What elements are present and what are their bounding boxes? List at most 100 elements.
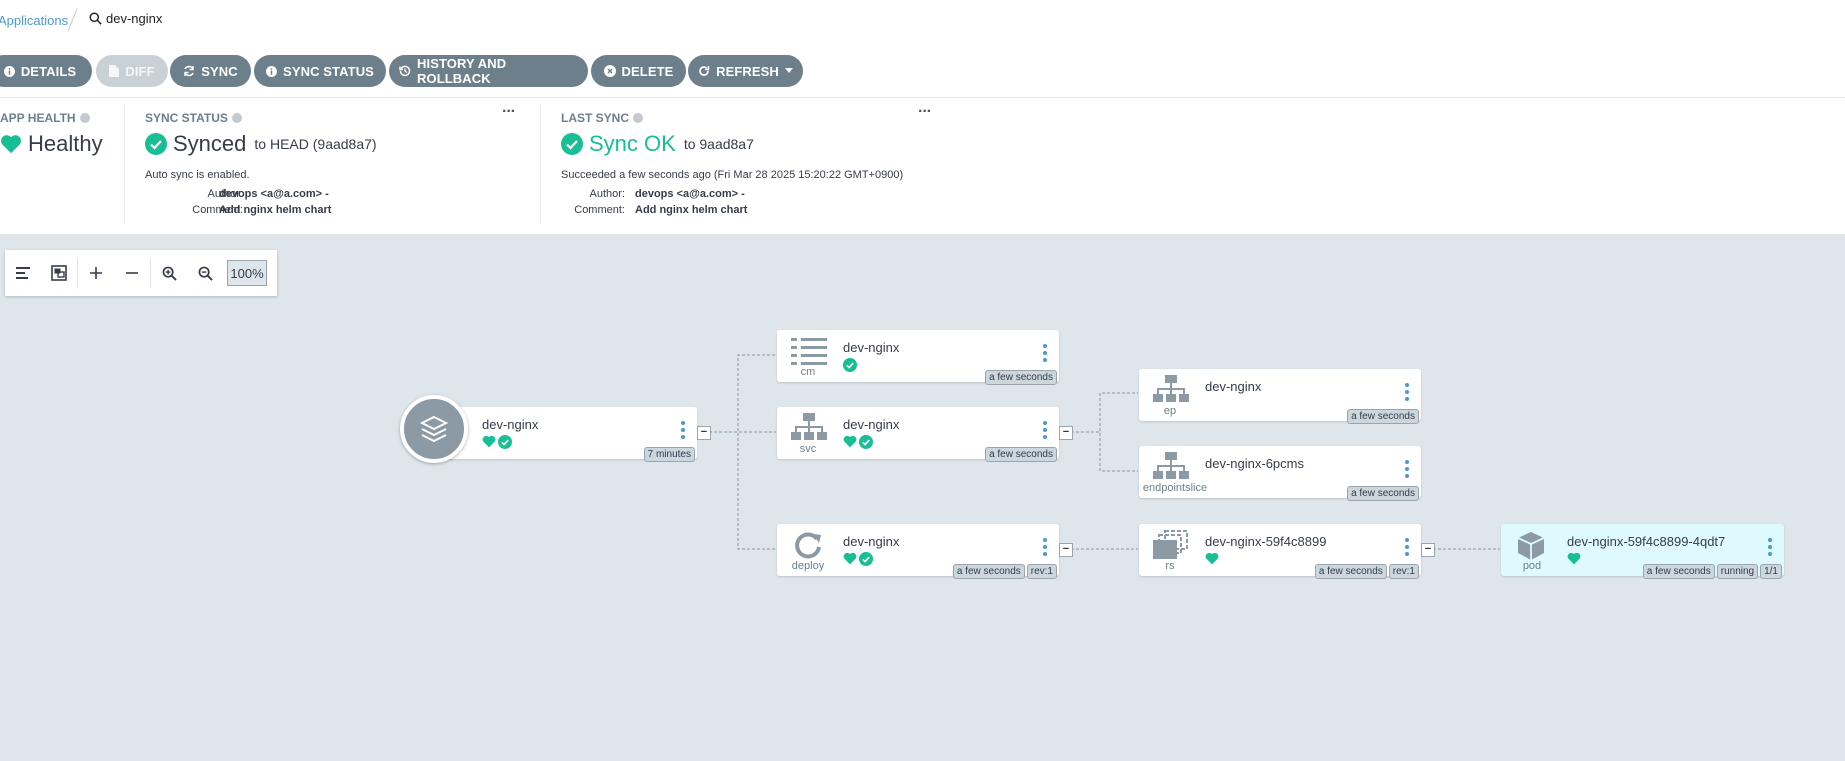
node-menu-icon[interactable] [1043, 538, 1047, 559]
plus-icon [90, 267, 102, 279]
top-bar: Applications dev-nginx [0, 0, 1845, 47]
sync-icon [184, 65, 194, 77]
sync-status-more-icon[interactable]: ··· [502, 103, 516, 121]
auto-sync-text: Auto sync is enabled. [145, 169, 250, 181]
node-name: dev-nginx-59f4c8899-4qdt7 [1567, 534, 1726, 549]
service-icon [791, 413, 827, 440]
delete-button[interactable]: DELETE [591, 55, 686, 87]
last-sync-comment: Add nginx helm chart [635, 204, 748, 216]
divider [124, 104, 125, 224]
node-endpointslice[interactable]: endpointslice dev-nginx-6pcms a few seco… [1139, 446, 1421, 501]
sync-status-button[interactable]: SYNC STATUS [254, 55, 386, 87]
breadcrumb-applications[interactable]: Applications [0, 13, 68, 28]
node-name: dev-nginx [843, 534, 900, 549]
heart-icon [1567, 552, 1581, 565]
resource-tree-canvas[interactable]: 100% dev-nginx 7 minutes − cm dev-nginx [0, 234, 1845, 761]
app-health-value: Healthy [0, 131, 103, 157]
node-status [1205, 552, 1219, 565]
zoom-level[interactable]: 100% [227, 260, 267, 286]
cube-icon [1517, 532, 1545, 560]
align-left-icon [16, 267, 30, 279]
age-tag: a few seconds [1347, 486, 1419, 501]
check-circle-icon [859, 552, 873, 566]
zoom-in-icon [162, 266, 177, 281]
node-kind: svc [799, 443, 817, 455]
details-button[interactable]: DETAILS [0, 55, 92, 87]
help-icon[interactable] [231, 113, 242, 123]
breadcrumb-current-label: dev-nginx [106, 11, 163, 26]
application-icon [400, 395, 468, 463]
ready-tag: 1/1 [1760, 564, 1782, 579]
node-configmap[interactable]: cm dev-nginx a few seconds [777, 330, 1059, 385]
sync-author: devops <a@a.com> - [219, 188, 329, 200]
graph-toolbar: 100% [5, 250, 277, 296]
node-name: dev-nginx-59f4c8899 [1205, 534, 1327, 549]
graph-edges [709, 354, 1500, 550]
node-menu-icon[interactable] [1043, 344, 1047, 365]
check-circle-icon [561, 133, 583, 155]
revision-tag: rev:1 [1026, 564, 1057, 579]
sync-button[interactable]: SYNC [170, 55, 251, 87]
last-sync-more-icon[interactable]: ··· [918, 103, 932, 121]
node-name: dev-nginx-6pcms [1205, 456, 1304, 471]
node-menu-icon[interactable] [1405, 538, 1409, 559]
heart-icon [843, 435, 857, 448]
node-menu-icon[interactable] [681, 421, 685, 442]
check-circle-icon [145, 133, 167, 155]
sync-status-value: Synced to HEAD (9aad8a7) [145, 131, 377, 157]
collapse-toggle[interactable]: − [1421, 543, 1435, 557]
deployment-icon [795, 532, 821, 559]
history-rollback-button[interactable]: HISTORY AND ROLLBACK [389, 55, 588, 87]
breadcrumb-current[interactable]: dev-nginx [89, 11, 162, 26]
replicaset-icon [1153, 530, 1188, 559]
node-menu-icon[interactable] [1405, 460, 1409, 481]
history-icon [399, 65, 411, 77]
node-deployment[interactable]: deploy dev-nginx a few seconds rev:1 [777, 524, 1059, 579]
node-kind: endpointslice [1142, 482, 1208, 494]
help-icon[interactable] [79, 113, 90, 123]
diff-button[interactable]: DIFF [96, 55, 168, 87]
endpointslice-icon [1153, 452, 1189, 479]
zoom-in-button[interactable] [151, 250, 187, 296]
heart-icon [482, 435, 496, 448]
fit-view-button[interactable] [41, 250, 77, 296]
sync-status-label: SYNC STATUS [145, 111, 242, 125]
node-name: dev-nginx [843, 417, 900, 432]
action-toolbar: DETAILS DIFF SYNC SYNC STATUS HISTORY AN… [0, 46, 1845, 98]
configmap-icon [791, 338, 827, 365]
zoom-out-button[interactable] [187, 250, 223, 296]
node-name: dev-nginx [482, 417, 539, 432]
last-sync-value: Sync OK to 9aad8a7 [561, 131, 754, 157]
breadcrumb-separator [67, 8, 78, 32]
refresh-button[interactable]: REFRESH [688, 55, 803, 87]
node-menu-icon[interactable] [1043, 421, 1047, 442]
last-sync-label: LAST SYNC [561, 111, 644, 125]
node-pod[interactable]: pod dev-nginx-59f4c8899-4qdt7 a few seco… [1501, 524, 1784, 579]
collapse-toggle[interactable]: − [697, 426, 711, 440]
expand-button[interactable] [78, 250, 114, 296]
file-icon [109, 65, 120, 77]
node-service[interactable]: svc dev-nginx a few seconds [777, 407, 1059, 462]
collapse-toggle[interactable]: − [1059, 543, 1073, 557]
heart-icon [843, 552, 857, 565]
align-left-button[interactable] [5, 250, 41, 296]
node-menu-icon[interactable] [1405, 383, 1409, 404]
node-application[interactable]: dev-nginx 7 minutes [400, 395, 697, 463]
age-tag: a few seconds [985, 447, 1057, 462]
collapse-toggle[interactable]: − [1059, 426, 1073, 440]
caret-down-icon [784, 68, 793, 73]
node-kind: ep [1163, 405, 1177, 417]
node-endpoints[interactable]: ep dev-nginx a few seconds [1139, 369, 1421, 424]
check-circle-icon [859, 435, 873, 449]
object-group-icon [51, 265, 67, 281]
help-icon[interactable] [633, 113, 644, 123]
times-circle-icon [603, 65, 616, 77]
last-sync-comment-label: Comment: [574, 204, 625, 216]
node-menu-icon[interactable] [1768, 538, 1772, 559]
redo-icon [699, 66, 710, 76]
age-tag: a few seconds [952, 564, 1025, 579]
node-status [843, 552, 873, 566]
pod-status-tag: running [1716, 564, 1759, 579]
node-replicaset[interactable]: rs dev-nginx-59f4c8899 a few seconds rev… [1139, 524, 1421, 579]
collapse-button[interactable] [114, 250, 150, 296]
